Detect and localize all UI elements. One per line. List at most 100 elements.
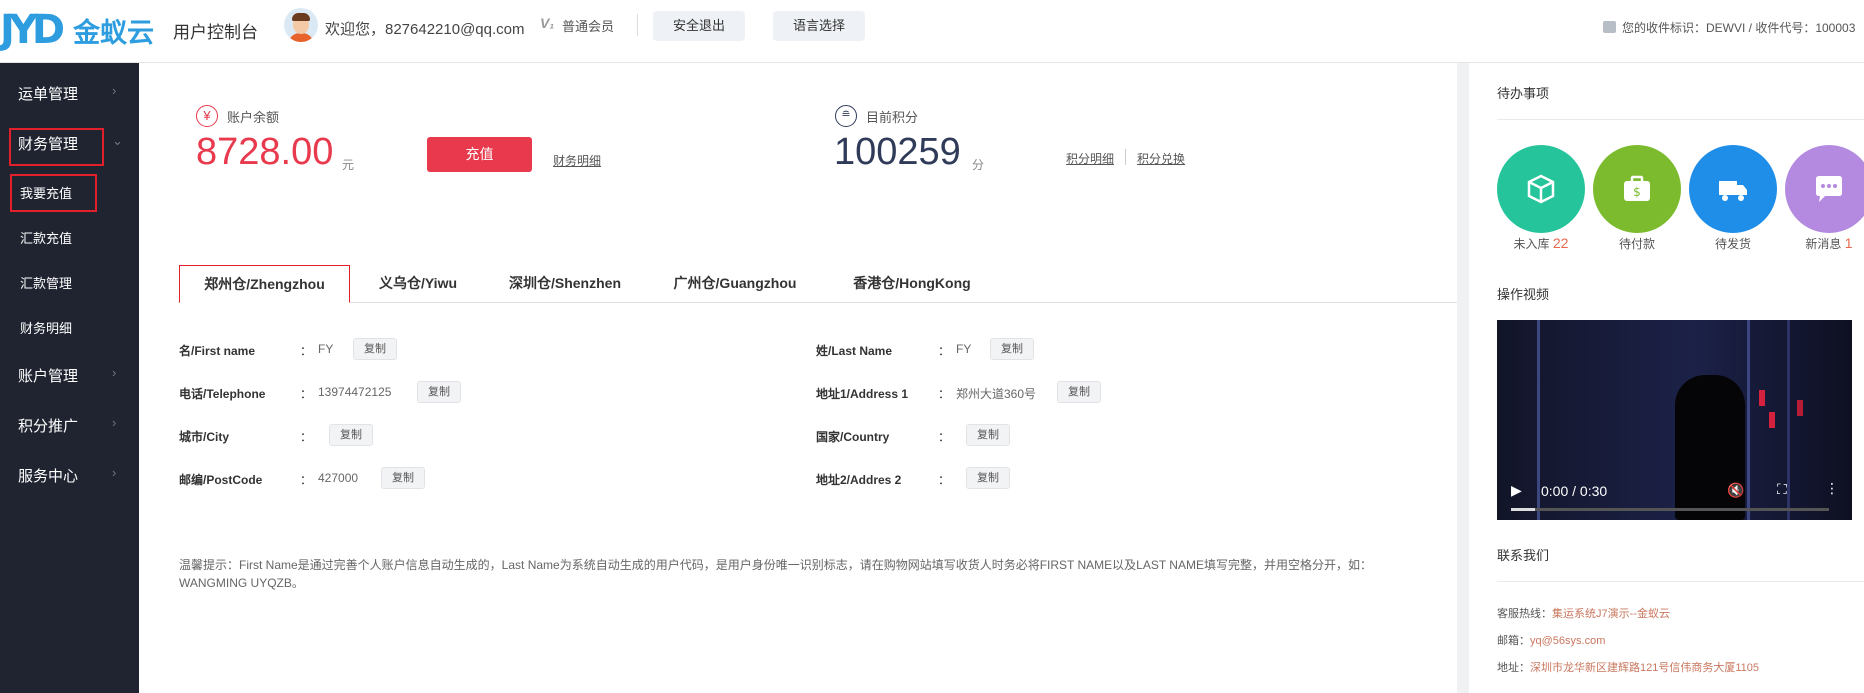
copy-telephone-button[interactable]: 复制 xyxy=(417,381,461,403)
todo-unpaid-button[interactable]: $ xyxy=(1593,145,1681,233)
points-detail-link[interactable]: 积分明细 xyxy=(1066,150,1114,167)
language-button[interactable]: 语言选择 xyxy=(773,11,866,41)
video-title: 操作视频 xyxy=(1497,287,1550,302)
tab-yiwu[interactable]: 义乌仓/Yiwu xyxy=(363,265,473,302)
points-icon: ≘ xyxy=(835,105,857,127)
panel-divider xyxy=(1457,63,1469,693)
contact-address: 地址：深圳市龙华新区建辉路121号信伟商务大厦1105 xyxy=(1497,659,1759,675)
balance-unit: 元 xyxy=(342,158,355,172)
todo-unstocked-count: 22 xyxy=(1552,235,1569,251)
copy-city-button[interactable]: 复制 xyxy=(329,424,373,446)
more-options-icon[interactable]: ⋮ xyxy=(1825,480,1839,497)
address1-value: 郑州大道360号 xyxy=(956,387,1037,401)
last-name-value: FY xyxy=(956,342,972,356)
receive-info: 您的收件标识：DEWVI / 收件代号：100003 xyxy=(1603,19,1855,36)
todo-label-text: 待付款 xyxy=(1618,237,1655,251)
box-icon xyxy=(1527,174,1555,204)
member-level: 普通会员 xyxy=(562,19,615,34)
highlight-recharge xyxy=(10,174,97,212)
vip-icon: V₁ xyxy=(540,15,555,31)
address-label: 地址： xyxy=(1497,662,1530,674)
contact-title: 联系我们 xyxy=(1497,548,1550,563)
hotline-value[interactable]: 集运系统J7演示--金蚁云 xyxy=(1552,608,1670,620)
logout-button[interactable]: 安全退出 xyxy=(653,11,746,41)
avatar[interactable] xyxy=(284,8,318,42)
todo-label-text: 待发货 xyxy=(1714,237,1751,251)
copy-first-name-button[interactable]: 复制 xyxy=(353,338,397,360)
country-label: 国家/Country xyxy=(816,430,890,444)
copy-address1-button[interactable]: 复制 xyxy=(1057,381,1101,403)
truck-icon xyxy=(1719,181,1747,201)
tab-zhengzhou[interactable]: 郑州仓/Zhengzhou xyxy=(179,265,350,303)
video-progress-bar[interactable] xyxy=(1511,508,1829,511)
todo-unstocked-label: 未入库 22 xyxy=(1497,235,1585,252)
chevron-right-icon: › xyxy=(112,83,117,98)
sidebar-item-label: 账户管理 xyxy=(18,368,79,385)
sidebar-item-label: 服务中心 xyxy=(18,468,79,485)
email-label: 邮箱： xyxy=(1497,635,1530,647)
todo-title: 待办事项 xyxy=(1497,86,1550,101)
points-unit: 分 xyxy=(972,158,985,172)
logo[interactable]: JYD 金蚁云 xyxy=(0,6,154,54)
package-icon xyxy=(1603,21,1616,33)
field-colon: ： xyxy=(938,344,951,358)
telephone-value: 13974472125 xyxy=(318,385,392,399)
field-colon: ： xyxy=(300,344,313,358)
last-name-label: 姓/Last Name xyxy=(816,344,893,358)
postcode-value: 427000 xyxy=(318,471,359,485)
copy-country-button[interactable]: 复制 xyxy=(966,424,1010,446)
video-controls: ▶ 0:00 / 0:30 🔇 ⛶ ⋮ xyxy=(1497,460,1852,520)
contact-email: 邮箱：yq@56sys.com xyxy=(1497,632,1605,648)
field-colon: ： xyxy=(300,387,313,401)
fullscreen-icon[interactable]: ⛶ xyxy=(1777,481,1787,498)
contact-divider xyxy=(1497,581,1864,582)
todo-messages-count: 1 xyxy=(1844,235,1853,251)
copy-last-name-button[interactable]: 复制 xyxy=(990,338,1034,360)
header-divider xyxy=(637,14,638,36)
sidebar-subitem-finance-detail[interactable]: 财务明细 xyxy=(20,318,72,337)
hotline-label: 客服热线： xyxy=(1497,608,1552,620)
field-colon: ： xyxy=(300,430,313,444)
yen-icon: ¥ xyxy=(196,105,218,127)
tip-text: 温馨提示：First Name是通过完善个人账户信息自动生成的，Last Nam… xyxy=(179,558,1372,590)
chat-icon xyxy=(1816,176,1842,202)
todo-label-text: 未入库 xyxy=(1513,237,1550,251)
svg-text:$: $ xyxy=(1633,185,1641,199)
logo-mark: JYD xyxy=(0,7,65,53)
sidebar: 运单管理 › 财务管理 ⌄ 我要充值 汇款充值 汇款管理 财务明细 账户管理 ›… xyxy=(0,63,139,693)
wallet-icon: $ xyxy=(1624,175,1650,201)
todo-label-text: 新消息 xyxy=(1805,237,1842,251)
chevron-down-icon: ⌄ xyxy=(112,133,123,148)
balance-label: 账户余额 xyxy=(227,110,280,125)
console-title: 用户控制台 xyxy=(173,23,258,42)
points-value: 100259 xyxy=(834,131,961,173)
email-value[interactable]: yq@56sys.com xyxy=(1530,635,1605,647)
tab-shenzhen[interactable]: 深圳仓/Shenzhen xyxy=(500,265,630,302)
finance-detail-link[interactable]: 财务明细 xyxy=(553,152,601,169)
todo-messages-label: 新消息 1 xyxy=(1785,235,1864,252)
sidebar-subitem-remit-recharge[interactable]: 汇款充值 xyxy=(20,228,72,247)
todo-unpaid-label: 待付款 xyxy=(1593,235,1681,252)
todo-divider xyxy=(1497,119,1864,120)
todo-unstocked-button[interactable] xyxy=(1497,145,1585,233)
address-value: 深圳市龙华新区建辉路121号信伟商务大厦1105 xyxy=(1530,662,1760,674)
tab-underline xyxy=(178,302,1457,303)
play-icon[interactable]: ▶ xyxy=(1511,482,1522,499)
sidebar-subitem-remit-manage[interactable]: 汇款管理 xyxy=(20,273,72,292)
tab-guangzhou[interactable]: 广州仓/Guangzhou xyxy=(660,265,810,302)
copy-address2-button[interactable]: 复制 xyxy=(966,467,1010,489)
chevron-right-icon: › xyxy=(112,365,117,380)
points-exchange-link[interactable]: 积分兑换 xyxy=(1137,150,1185,167)
todo-unshipped-label: 待发货 xyxy=(1689,235,1777,252)
receive-info-text: 您的收件标识：DEWVI / 收件代号：100003 xyxy=(1622,21,1856,35)
field-colon: ： xyxy=(938,387,951,401)
welcome-text: 欢迎您，827642210@qq.com xyxy=(325,21,525,38)
mute-icon[interactable]: 🔇 xyxy=(1727,482,1744,499)
tab-hongkong[interactable]: 香港仓/HongKong xyxy=(842,265,982,302)
copy-postcode-button[interactable]: 复制 xyxy=(381,467,425,489)
todo-messages-button[interactable] xyxy=(1785,145,1864,233)
recharge-button[interactable]: 充值 xyxy=(427,137,532,172)
tutorial-video[interactable]: ▶ 0:00 / 0:30 🔇 ⛶ ⋮ xyxy=(1497,320,1852,520)
todo-unshipped-button[interactable] xyxy=(1689,145,1777,233)
postcode-label: 邮编/PostCode xyxy=(179,473,263,487)
